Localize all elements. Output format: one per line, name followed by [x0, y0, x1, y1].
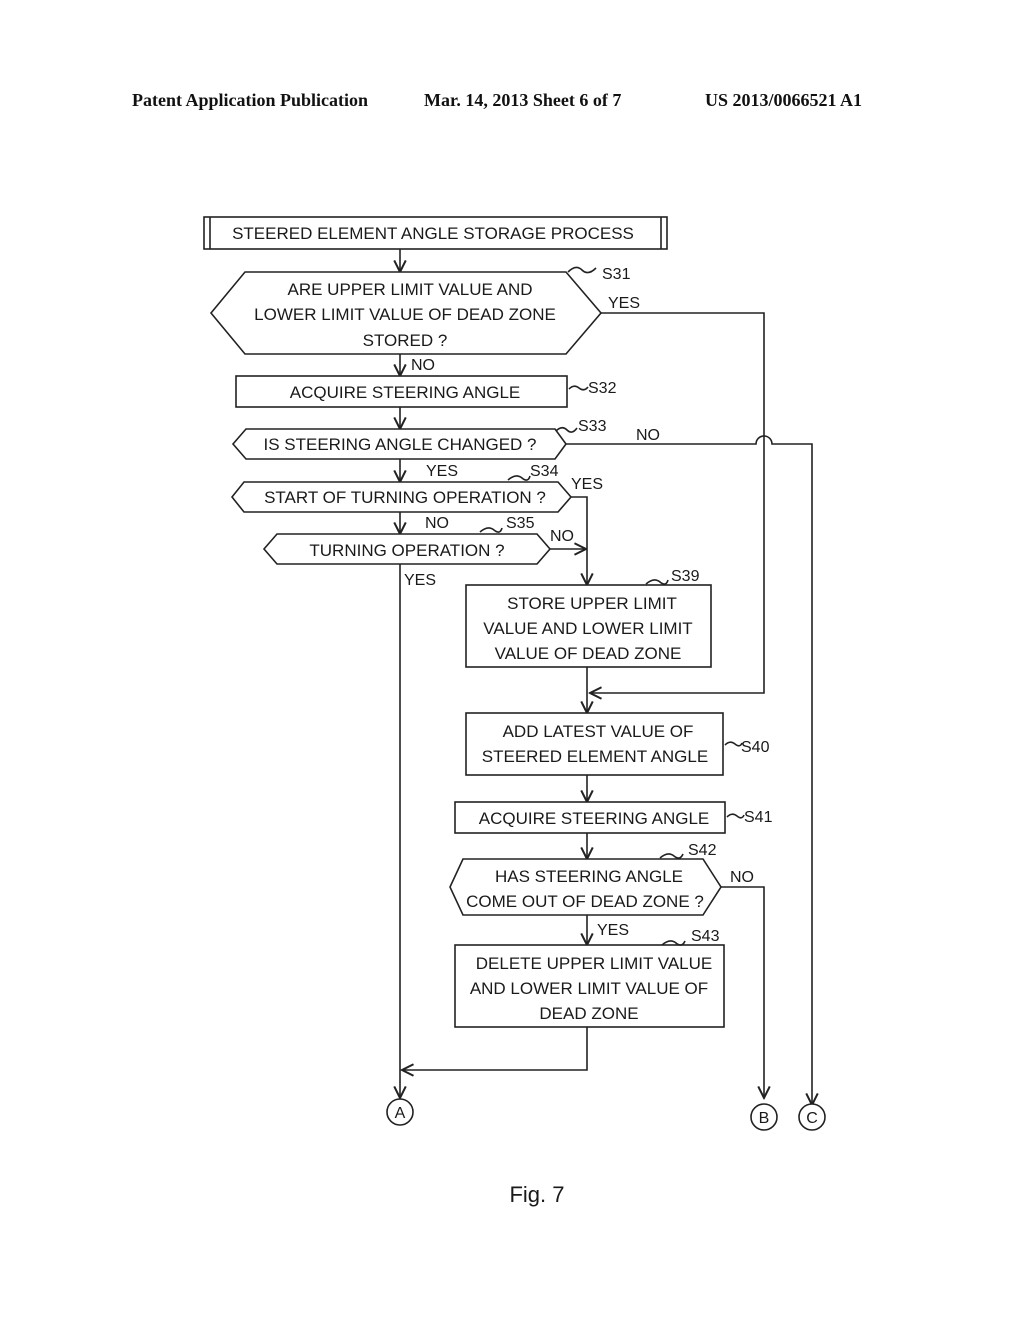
step-leader [726, 813, 745, 819]
figure-caption: Fig. 7 [509, 1182, 564, 1207]
s42-no-line [721, 886, 764, 1098]
decision-s34: START OF TURNING OPERATION ? S34 [230, 463, 573, 513]
step-leader [479, 527, 503, 533]
step-leader [724, 741, 743, 747]
connector-a: A [386, 1098, 414, 1126]
process-s32: ACQUIRE STEERING ANGLE S32 [235, 375, 617, 408]
step-id-s32: S32 [588, 380, 617, 397]
step-id-s39: S39 [671, 568, 700, 585]
start-label: STEERED ELEMENT ANGLE STORAGE PROCESS [232, 224, 634, 243]
s33-yes-label: YES [426, 463, 458, 480]
s43-return-line [402, 1027, 588, 1070]
decision-s33: IS STEERING ANGLE CHANGED ? S33 [231, 418, 607, 460]
s31-line-2: LOWER LIMIT VALUE OF DEAD ZONE [254, 305, 556, 324]
connector-b: B [750, 1103, 778, 1131]
step-leader [659, 853, 684, 859]
s39-line-2: VALUE AND LOWER LIMIT [483, 619, 692, 638]
step-id-s43: S43 [691, 928, 720, 945]
connector-c: C [798, 1103, 826, 1131]
step-leader [645, 579, 669, 585]
s42-line-1: HAS STEERING ANGLE [495, 867, 683, 886]
s31-line-3: STORED ? [363, 331, 448, 350]
s40-line-2: STEERED ELEMENT ANGLE [482, 747, 708, 766]
start-process-block: STEERED ELEMENT ANGLE STORAGE PROCESS [203, 216, 668, 250]
s34-label: START OF TURNING OPERATION ? [264, 488, 546, 507]
decision-s31: ARE UPPER LIMIT VALUE AND LOWER LIMIT VA… [209, 266, 631, 355]
process-s41: ACQUIRE STEERING ANGLE S41 [454, 801, 773, 834]
s43-line-1: DELETE UPPER LIMIT VALUE [476, 954, 713, 973]
step-id-s41: S41 [744, 809, 773, 826]
connector-b-label: B [759, 1110, 770, 1127]
s35-no-label: NO [550, 528, 574, 545]
step-leader [568, 385, 589, 391]
s42-yes-label: YES [597, 922, 629, 939]
s32-label: ACQUIRE STEERING ANGLE [290, 383, 521, 402]
s31-yes-label: YES [608, 295, 640, 312]
s33-label: IS STEERING ANGLE CHANGED ? [263, 435, 536, 454]
step-id-s33: S33 [578, 418, 607, 435]
decision-s35: TURNING OPERATION ? S35 [262, 515, 552, 565]
step-leader [555, 426, 578, 433]
s43-line-3: DEAD ZONE [539, 1004, 638, 1023]
flowchart: STEERED ELEMENT ANGLE STORAGE PROCESS AR… [203, 216, 826, 1207]
s33-no-label: NO [636, 427, 660, 444]
step-id-s42: S42 [688, 842, 717, 859]
s35-label: TURNING OPERATION ? [309, 541, 504, 560]
decision-s42: HAS STEERING ANGLE COME OUT OF DEAD ZONE… [449, 842, 722, 916]
s34-yes-label: YES [571, 476, 603, 493]
s31-line-1: ARE UPPER LIMIT VALUE AND [288, 280, 533, 299]
step-id-s35: S35 [506, 515, 535, 532]
s40-line-1: ADD LATEST VALUE OF [503, 722, 694, 741]
step-id-s40: S40 [741, 739, 770, 756]
connector-c-label: C [806, 1110, 818, 1127]
s34-no-label: NO [425, 515, 449, 532]
s42-no-label: NO [730, 869, 754, 886]
step-id-s31: S31 [602, 266, 631, 283]
connector-a-label: A [395, 1105, 406, 1122]
s43-line-2: AND LOWER LIMIT VALUE OF [470, 979, 708, 998]
process-s40: ADD LATEST VALUE OF STEERED ELEMENT ANGL… [465, 712, 770, 776]
s31-no-label: NO [411, 357, 435, 374]
s35-yes-label: YES [404, 572, 436, 589]
s41-label: ACQUIRE STEERING ANGLE [479, 809, 710, 828]
s39-line-3: VALUE OF DEAD ZONE [495, 644, 682, 663]
step-leader [507, 475, 531, 481]
process-s39: STORE UPPER LIMIT VALUE AND LOWER LIMIT … [465, 568, 712, 668]
process-s43: DELETE UPPER LIMIT VALUE AND LOWER LIMIT… [454, 928, 725, 1028]
s39-line-1: STORE UPPER LIMIT [507, 594, 677, 613]
s42-line-2: COME OUT OF DEAD ZONE ? [466, 892, 704, 911]
step-leader [567, 266, 597, 274]
step-id-s34: S34 [530, 463, 559, 480]
